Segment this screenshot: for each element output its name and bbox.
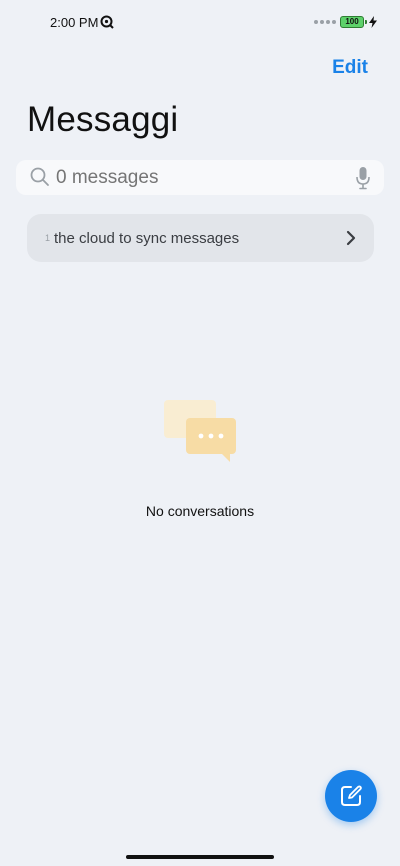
search-input[interactable] — [56, 160, 346, 195]
chevron-right-icon — [346, 230, 356, 246]
sync-banner-prefix: 1 — [45, 233, 51, 243]
cloud-sync-banner[interactable]: 1 the cloud to sync messages — [27, 214, 374, 262]
microphone-icon[interactable] — [356, 166, 370, 190]
edit-button[interactable]: Edit — [332, 57, 368, 79]
compose-icon — [341, 785, 362, 806]
q-search-icon — [100, 15, 114, 29]
empty-state-text: No conversations — [145, 503, 255, 519]
compose-button[interactable] — [325, 770, 377, 822]
sync-banner-text: the cloud to sync messages — [54, 230, 240, 247]
status-bar: 2:00 PM 100 — [0, 0, 400, 44]
page-title: Messaggi — [27, 100, 179, 139]
battery-icon: 100 — [340, 16, 367, 28]
status-time: 2:00 PM — [50, 15, 99, 30]
search-bar[interactable] — [16, 160, 384, 195]
search-icon — [30, 167, 49, 186]
chat-bubbles-icon — [164, 400, 236, 462]
home-indicator[interactable] — [126, 855, 274, 859]
signal-dots-icon — [314, 20, 336, 24]
lightning-bolt-icon — [369, 16, 377, 28]
